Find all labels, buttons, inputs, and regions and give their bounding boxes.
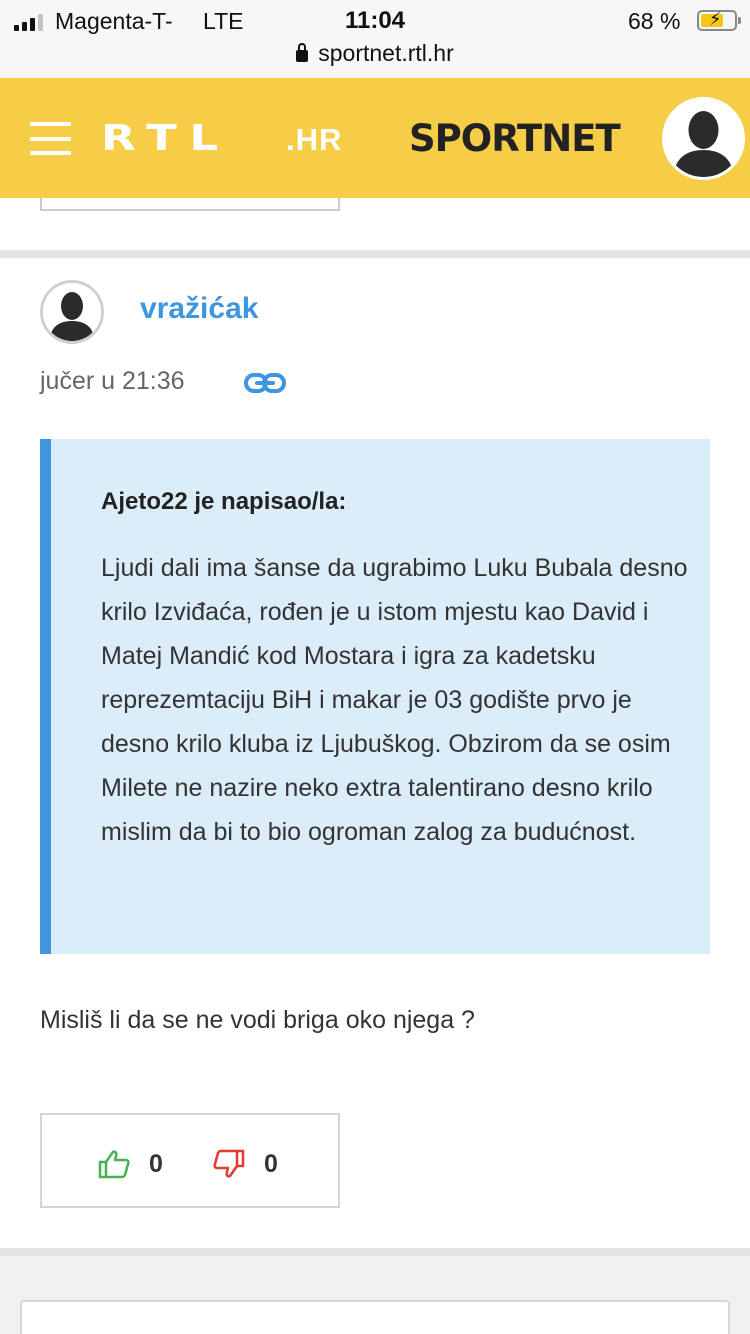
thumbs-up-icon: [98, 1150, 130, 1179]
quoted-comment: Ajeto22 je napisao/la: Ljudi dali ima ša…: [40, 439, 710, 954]
dislike-count: 0: [264, 1149, 278, 1178]
like-button[interactable]: 0: [97, 1149, 163, 1179]
dislike-button[interactable]: 0: [212, 1149, 278, 1179]
next-comment-card: [20, 1300, 730, 1334]
rtl-logo[interactable]: RTL: [101, 117, 231, 161]
battery-percent: 68 %: [628, 8, 681, 34]
rtl-logo-tld: .HR: [286, 122, 343, 157]
vote-box: 0 0: [40, 1113, 340, 1208]
lock-icon: [296, 43, 309, 62]
comment-body: Misliš li da se ne vodi briga oko njega …: [40, 1006, 475, 1034]
site-header: RTL .HR SPORTNET: [0, 78, 750, 198]
menu-icon[interactable]: [30, 122, 71, 155]
thumbs-down-icon: [213, 1149, 245, 1178]
url-text: sportnet.rtl.hr: [318, 40, 454, 66]
permalink-icon[interactable]: [244, 371, 286, 395]
comment-timestamp: jučer u 21:36: [40, 367, 185, 395]
address-bar[interactable]: sportnet.rtl.hr: [0, 40, 750, 67]
sportnet-logo[interactable]: SPORTNET: [409, 116, 621, 162]
status-bar: Magenta-T- LTE 11:04 68 % ⚡ sportnet.rtl…: [0, 0, 750, 78]
commenter-username[interactable]: vražićak: [140, 292, 258, 326]
comment-divider: [0, 1248, 750, 1256]
user-account-avatar[interactable]: [662, 97, 745, 180]
like-count: 0: [149, 1149, 163, 1178]
comment-divider: [0, 250, 750, 258]
commenter-avatar[interactable]: [40, 280, 104, 344]
quote-author: Ajeto22 je napisao/la:: [101, 488, 347, 515]
user-silhouette-icon: [665, 100, 742, 177]
user-silhouette-icon: [43, 283, 101, 341]
previous-comment-vote-box: [40, 198, 340, 211]
battery-icon: ⚡: [697, 9, 741, 31]
quote-text: Ljudi dali ima šanse da ugrabimo Luku Bu…: [101, 554, 688, 846]
